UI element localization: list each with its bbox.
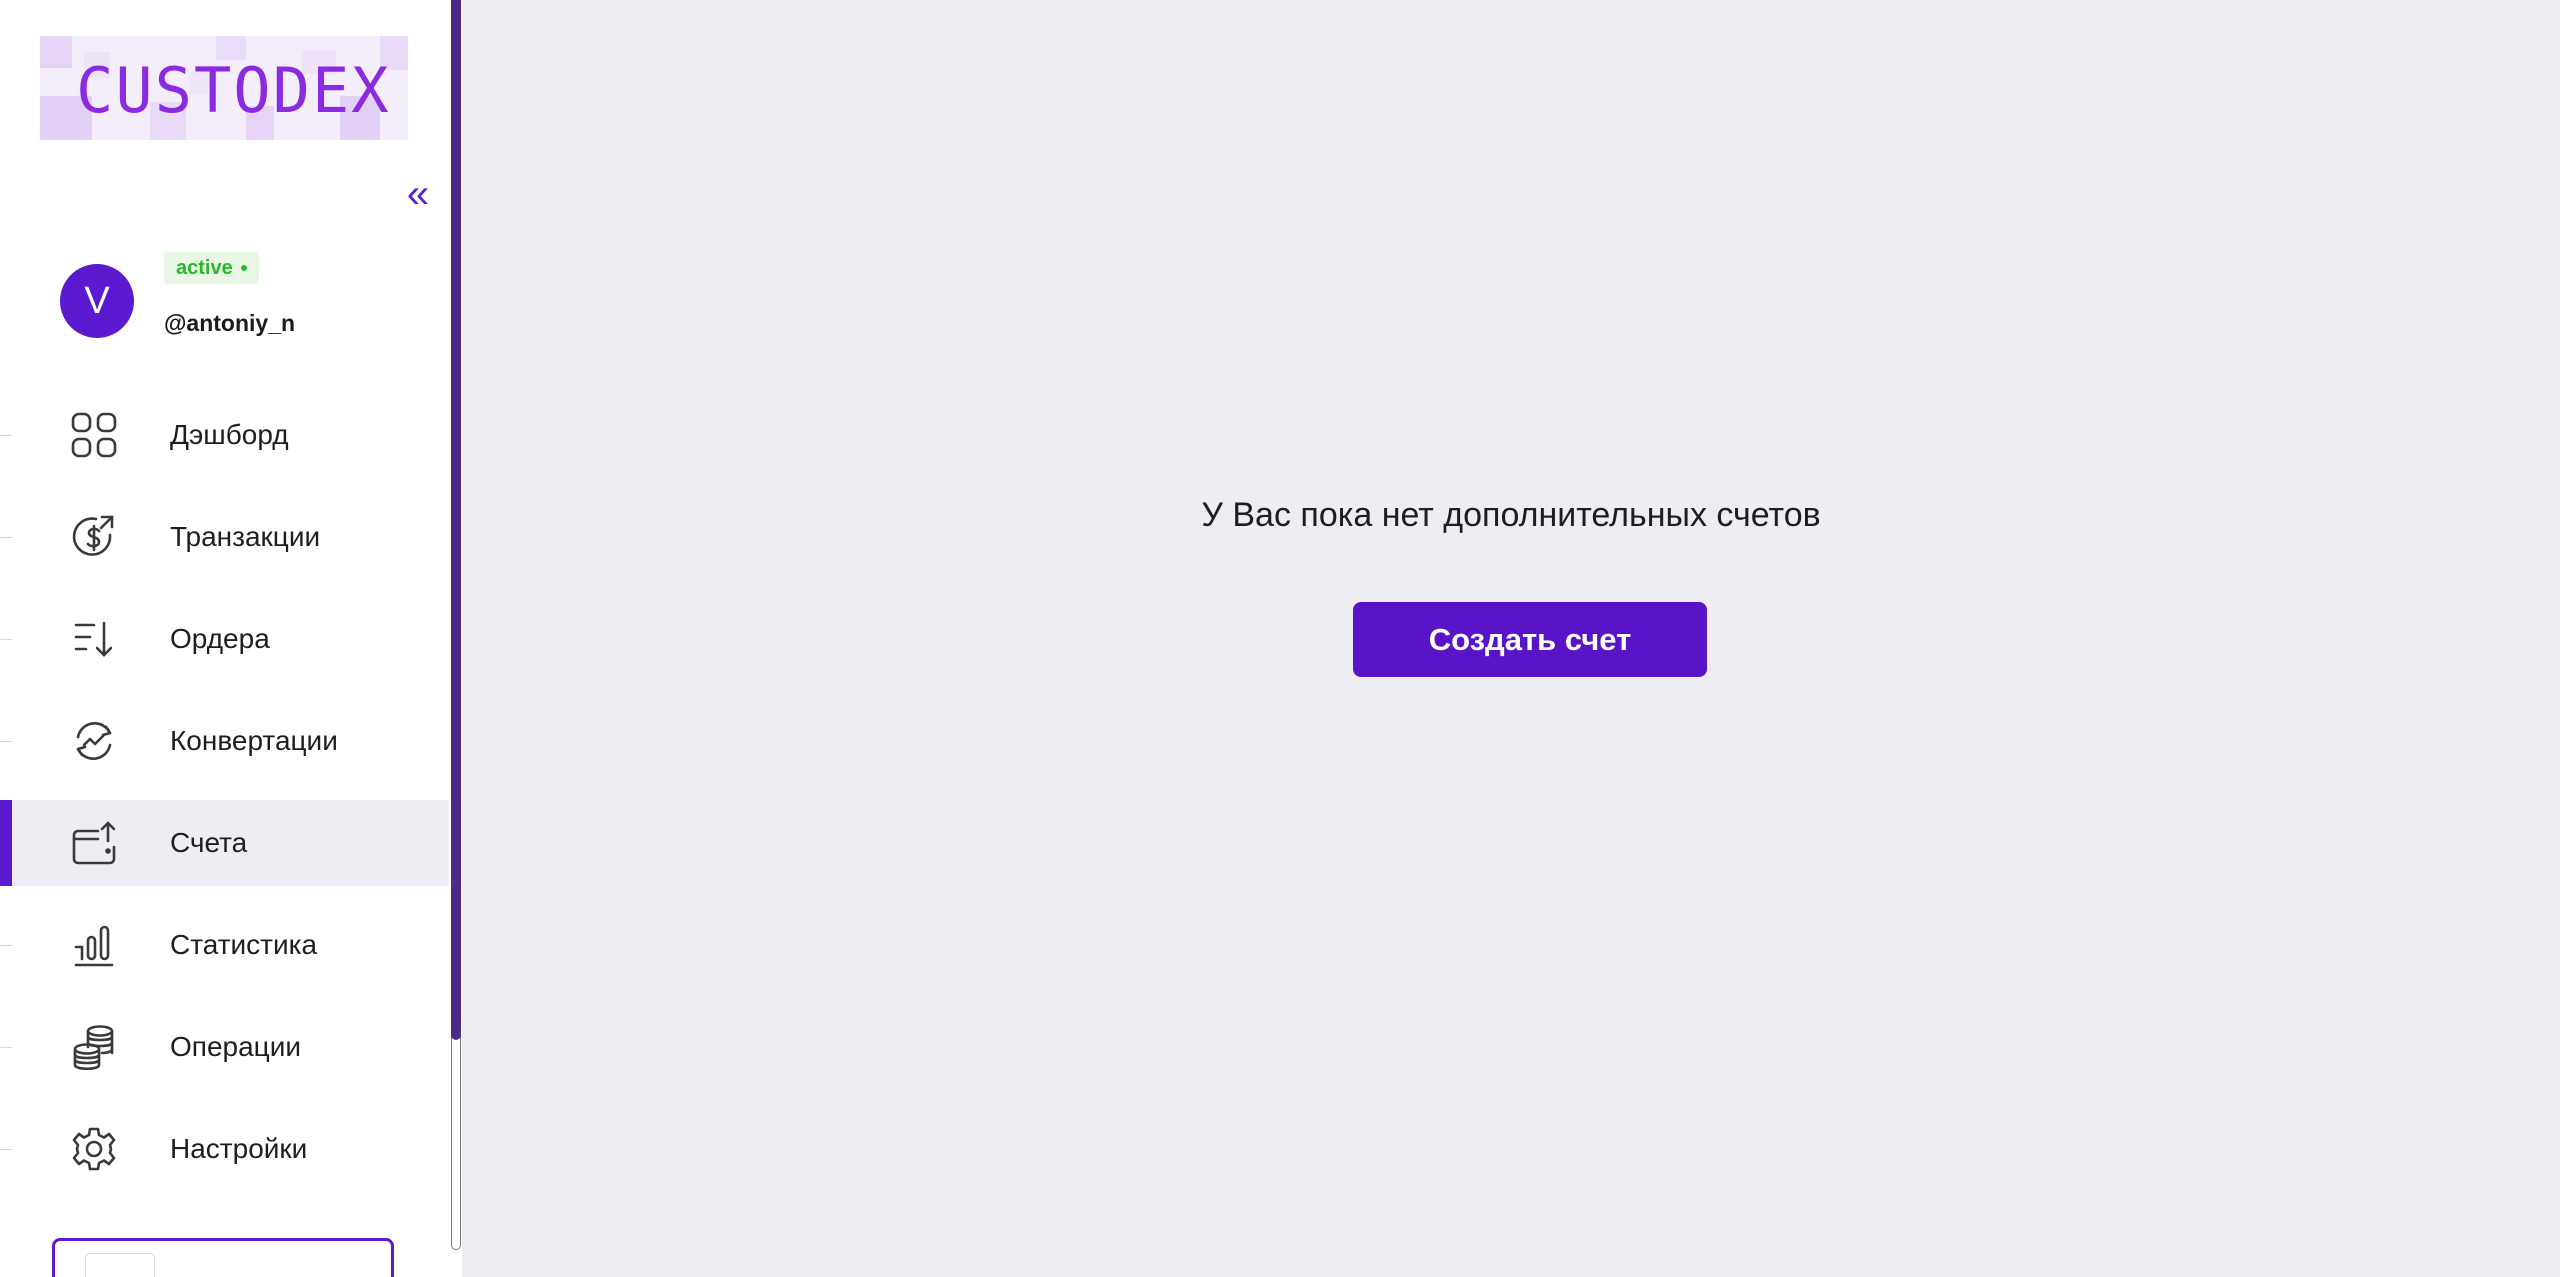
nav-tick — [0, 741, 12, 742]
wallet-icon — [68, 819, 120, 867]
sidebar: CUSTODEX « V active @antoniy_n Дэшборд Т… — [0, 0, 449, 1277]
sidebar-item-dashboard[interactable]: Дэшборд — [0, 392, 449, 478]
sidebar-scroll-thumb[interactable] — [451, 0, 461, 1040]
sidebar-item-label: Настройки — [170, 1133, 308, 1164]
coins-stack-icon — [68, 1023, 120, 1071]
nav-tick — [0, 435, 12, 436]
status-dot-icon — [240, 265, 247, 271]
nav-tick — [0, 945, 12, 946]
sidebar-item-settings[interactable]: Настройки — [0, 1106, 449, 1192]
nav-tick — [0, 537, 12, 538]
sidebar-item-label: Счета — [170, 827, 248, 858]
dashboard-grid-icon — [68, 411, 120, 459]
status-badge: active — [164, 252, 259, 284]
sidebar-item-label: Конвертации — [170, 725, 338, 756]
sidebar-bottom-card-inner — [85, 1253, 155, 1277]
sidebar-item-conversions[interactable]: Конвертации — [0, 698, 449, 784]
sidebar-item-label: Транзакции — [170, 521, 321, 552]
sort-list-icon — [68, 615, 120, 663]
nav-tick — [0, 1149, 12, 1150]
username: @antoniy_n — [164, 310, 296, 336]
sidebar-item-label: Ордера — [170, 623, 270, 654]
avatar[interactable]: V — [60, 264, 134, 338]
brand-logo[interactable]: CUSTODEX — [40, 36, 408, 140]
active-indicator — [0, 800, 12, 886]
sidebar-item-label: Дэшборд — [170, 419, 289, 450]
sidebar-item-label: Статистика — [170, 929, 318, 960]
create-account-button[interactable]: Создать счет — [1353, 602, 1707, 677]
logo-text: CUSTODEX — [76, 54, 391, 127]
sidebar-item-accounts[interactable]: Счета — [0, 800, 449, 886]
main-content: У Вас пока нет дополнительных счетов Соз… — [462, 0, 2560, 1277]
app-root: CUSTODEX « V active @antoniy_n Дэшборд Т… — [0, 0, 2560, 1277]
nav-tick — [0, 1047, 12, 1048]
gear-icon — [68, 1125, 120, 1173]
sidebar-item-statistics[interactable]: Статистика — [0, 902, 449, 988]
sidebar-nav: Дэшборд Транзакции Ордера Конвертации Сч… — [0, 392, 449, 1208]
bar-chart-icon — [68, 921, 120, 969]
dollar-cycle-icon — [68, 513, 120, 561]
nav-tick — [0, 639, 12, 640]
sidebar-bottom-card[interactable] — [52, 1238, 394, 1277]
status-text: active — [176, 257, 233, 279]
sidebar-item-orders[interactable]: Ордера — [0, 596, 449, 682]
sidebar-item-transactions[interactable]: Транзакции — [0, 494, 449, 580]
conversion-icon — [68, 717, 120, 765]
sidebar-item-label: Операции — [170, 1031, 301, 1062]
collapse-sidebar-button[interactable]: « — [400, 174, 436, 214]
sidebar-item-operations[interactable]: Операции — [0, 1004, 449, 1090]
empty-state-message: У Вас пока нет дополнительных счетов — [1201, 496, 1821, 534]
